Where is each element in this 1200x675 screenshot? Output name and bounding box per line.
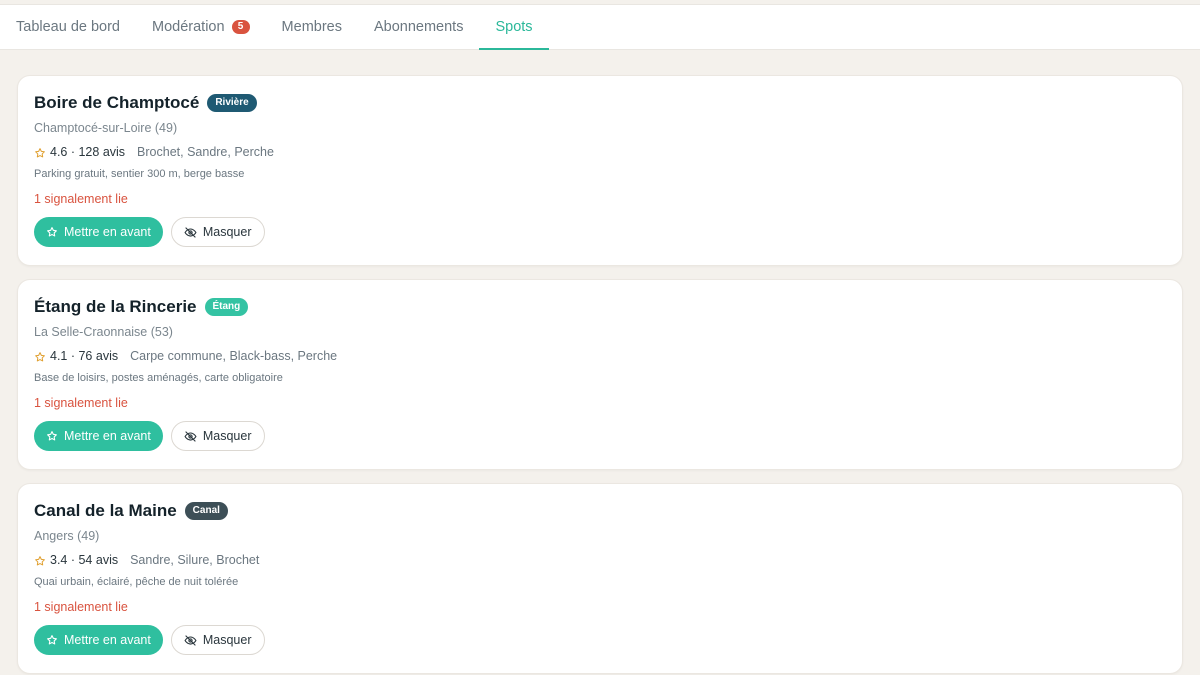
star-outline-icon	[47, 431, 57, 441]
star-outline-icon	[47, 227, 57, 237]
spot-name: Canal de la Maine	[34, 501, 177, 520]
feature-button-label: Mettre en avant	[64, 429, 151, 443]
spot-actions: Mettre en avant Masquer	[34, 421, 1166, 451]
tab-spots[interactable]: Spots	[479, 5, 549, 50]
hide-button-label: Masquer	[202, 429, 252, 443]
eye-off-icon	[184, 634, 197, 646]
spot-description: Parking gratuit, sentier 300 m, berge ba…	[34, 168, 245, 180]
spot-rating: 3.4 · 54 avis	[50, 553, 119, 567]
tab-membres[interactable]: Membres	[266, 5, 358, 49]
feature-button-label: Mettre en avant	[64, 633, 151, 647]
star-icon	[35, 148, 45, 158]
spot-type-badge: Canal	[184, 502, 228, 520]
spot-name: Étang de la Rincerie	[34, 297, 197, 316]
tab-label: Abonnements	[373, 19, 464, 35]
tab-moderation[interactable]: Modération 5	[136, 5, 266, 49]
spot-actions: Mettre en avant Masquer	[34, 625, 1166, 655]
hide-button[interactable]: Masquer	[170, 217, 265, 247]
spot-report-link[interactable]: 1 signalement lie	[34, 396, 1166, 410]
spot-location: Angers (49)	[34, 529, 100, 543]
spot-description: Base de loisirs, postes aménagés, carte …	[34, 372, 283, 384]
spot-report-link[interactable]: 1 signalement lie	[34, 600, 1166, 614]
eye-off-icon	[184, 226, 197, 238]
spot-location: La Selle-Craonnaise (53)	[34, 325, 173, 339]
hide-button-label: Masquer	[202, 225, 252, 239]
spot-report-link[interactable]: 1 signalement lie	[34, 192, 1166, 206]
star-outline-icon	[47, 635, 57, 645]
spot-species: Sandre, Silure, Brochet	[130, 553, 260, 567]
admin-tabs: Tableau de bord Modération 5 Membres Abo…	[0, 4, 1200, 50]
spot-type-badge: Étang	[204, 298, 249, 316]
spot-card: Boire de Champtocé Rivière Champtocé-sur…	[17, 75, 1183, 266]
spot-rating: 4.1 · 76 avis	[50, 349, 119, 363]
spot-type-badge: Rivière	[207, 94, 257, 112]
spot-name: Boire de Champtocé	[34, 93, 200, 112]
spot-meta: 3.4 · 54 avis Sandre, Silure, Brochet	[34, 553, 1166, 567]
feature-button[interactable]: Mettre en avant	[34, 421, 163, 451]
feature-button[interactable]: Mettre en avant	[34, 625, 163, 655]
spot-description: Quai urbain, éclairé, pêche de nuit tolé…	[34, 576, 239, 588]
moderation-count-badge: 5	[231, 20, 250, 34]
spot-meta: 4.6 · 128 avis Brochet, Sandre, Perche	[34, 145, 1166, 159]
tab-label: Spots	[495, 19, 533, 35]
hide-button[interactable]: Masquer	[170, 421, 265, 451]
tab-label: Membres	[281, 19, 342, 35]
hide-button[interactable]: Masquer	[170, 625, 265, 655]
spot-species: Carpe commune, Black-bass, Perche	[130, 349, 338, 363]
spot-title-row: Canal de la Maine Canal	[34, 500, 1166, 522]
spot-location: Champtocé-sur-Loire (49)	[34, 121, 178, 135]
spot-card: Canal de la Maine Canal Angers (49) 3.4 …	[17, 483, 1183, 674]
tab-label: Modération	[152, 19, 225, 35]
spot-meta: 4.1 · 76 avis Carpe commune, Black-bass,…	[34, 349, 1166, 363]
star-icon	[35, 352, 45, 362]
spot-species: Brochet, Sandre, Perche	[137, 145, 274, 159]
tab-label: Tableau de bord	[16, 19, 120, 35]
eye-off-icon	[184, 430, 197, 442]
spot-card: Étang de la Rincerie Étang La Selle-Crao…	[17, 279, 1183, 470]
spot-title-row: Boire de Champtocé Rivière	[34, 92, 1166, 114]
spot-actions: Mettre en avant Masquer	[34, 217, 1166, 247]
spot-rating: 4.6 · 128 avis	[50, 145, 126, 159]
tab-abonnements[interactable]: Abonnements	[358, 5, 479, 49]
spot-title-row: Étang de la Rincerie Étang	[34, 296, 1166, 318]
feature-button-label: Mettre en avant	[64, 225, 151, 239]
feature-button[interactable]: Mettre en avant	[34, 217, 163, 247]
tab-tableau-de-bord[interactable]: Tableau de bord	[0, 5, 136, 49]
star-icon	[35, 556, 45, 566]
hide-button-label: Masquer	[202, 633, 252, 647]
spot-list: Boire de Champtocé Rivière Champtocé-sur…	[17, 75, 1183, 675]
